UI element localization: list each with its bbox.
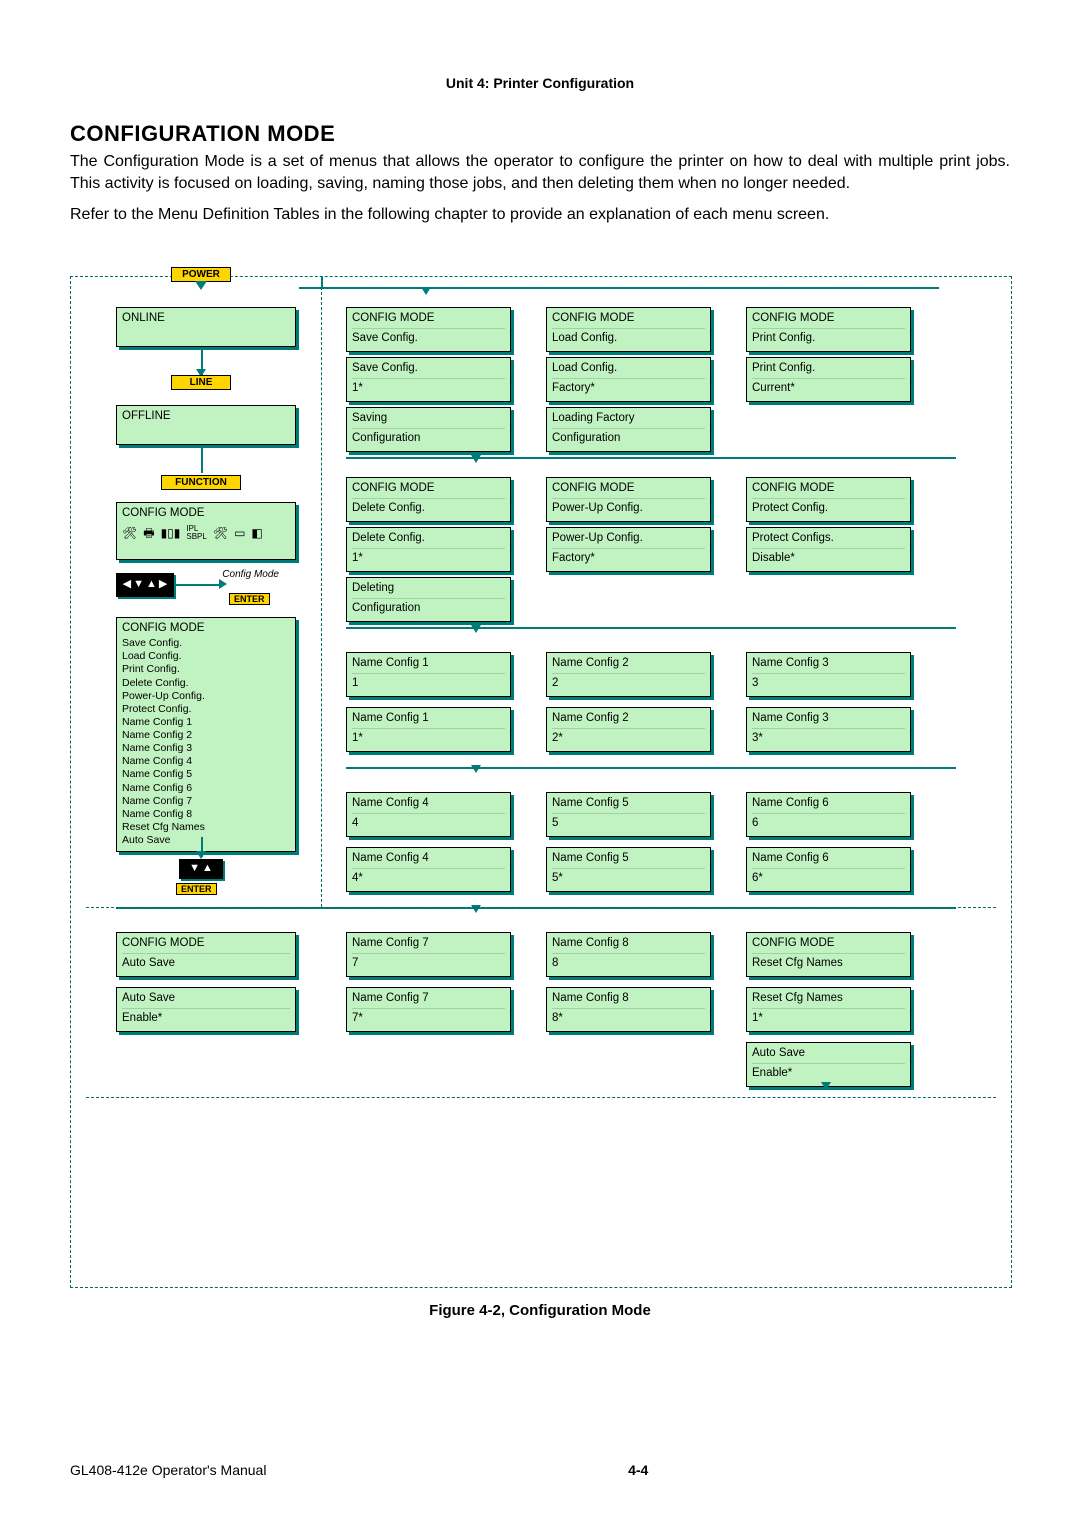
r1bc: Print Config.Current* bbox=[746, 357, 911, 402]
r4b: Name Config 55 bbox=[546, 792, 711, 837]
line-key: LINE bbox=[171, 375, 231, 390]
r2ca: DeletingConfiguration bbox=[346, 577, 511, 622]
r5bc: Reset Cfg Names1* bbox=[746, 987, 911, 1032]
r5a: Name Config 77 bbox=[346, 932, 511, 977]
nav-down-icon: ▼ bbox=[133, 579, 144, 590]
r4bb: Name Config 55* bbox=[546, 847, 711, 892]
menu-list-title: CONFIG MODE bbox=[122, 621, 290, 635]
r4bc: Name Config 66* bbox=[746, 847, 911, 892]
r5ba: Name Config 77* bbox=[346, 987, 511, 1032]
r3a: Name Config 11 bbox=[346, 652, 511, 697]
r3ba: Name Config 11* bbox=[346, 707, 511, 752]
section-title: CONFIGURATION MODE bbox=[70, 121, 1010, 147]
r1ba: Save Config.1* bbox=[346, 357, 511, 402]
nav-up-icon: ▲ bbox=[202, 863, 213, 874]
paragraph-1: The Configuration Mode is a set of menus… bbox=[70, 151, 1010, 194]
enter-key-1: ENTER bbox=[229, 593, 270, 605]
gear-icon: 🛠 bbox=[213, 525, 228, 541]
r1a: CONFIG MODESave Config. bbox=[346, 307, 511, 352]
r5cc: Auto SaveEnable* bbox=[746, 1042, 911, 1087]
r5b: Name Config 88 bbox=[546, 932, 711, 977]
r4ba: Name Config 44* bbox=[346, 847, 511, 892]
offline-text: OFFLINE bbox=[122, 409, 290, 425]
r2bc: Protect Configs.Disable* bbox=[746, 527, 911, 572]
text-icon: IPLSBPL bbox=[186, 525, 206, 541]
r3c: Name Config 33 bbox=[746, 652, 911, 697]
manual-title: GL408-412e Operator's Manual bbox=[70, 1462, 266, 1478]
r2ba: Delete Config.1* bbox=[346, 527, 511, 572]
r1bb: Load Config.Factory* bbox=[546, 357, 711, 402]
r4a: Name Config 44 bbox=[346, 792, 511, 837]
r3bc: Name Config 33* bbox=[746, 707, 911, 752]
online-box: ONLINE bbox=[116, 307, 296, 347]
config-mode-selector-title: CONFIG MODE bbox=[122, 506, 290, 522]
config-mode-diagram: POWER ONLINE LINE OFFLINE FUNCTION CONFI… bbox=[70, 276, 1012, 1288]
nav-right-icon: ▶ bbox=[159, 579, 167, 590]
r2b: CONFIG MODEPower-Up Config. bbox=[546, 477, 711, 522]
doc-icon: ▭ bbox=[234, 525, 245, 541]
config-mode-menu-list: CONFIG MODE Save Config. Load Config. Pr… bbox=[116, 617, 296, 852]
figure-caption: Figure 4-2, Configuration Mode bbox=[70, 1302, 1010, 1319]
nav-pad: ◀ ▼ ▲ ▶ bbox=[116, 573, 174, 597]
r1c: CONFIG MODEPrint Config. bbox=[746, 307, 911, 352]
r1cb: Loading FactoryConfiguration bbox=[546, 407, 711, 452]
unit-header: Unit 4: Printer Configuration bbox=[70, 75, 1010, 91]
nav-up-icon: ▲ bbox=[146, 579, 157, 590]
online-text: ONLINE bbox=[122, 311, 290, 327]
nav-left-icon: ◀ bbox=[123, 579, 131, 590]
r2bb: Power-Up Config.Factory* bbox=[546, 527, 711, 572]
enter-key-2: ENTER bbox=[176, 883, 217, 895]
nav-pad-2: ▼ ▲ bbox=[179, 859, 223, 879]
paragraph-2: Refer to the Menu Definition Tables in t… bbox=[70, 204, 1010, 226]
barcode-icon: ▮▯▮ bbox=[161, 525, 181, 541]
wrench-icon: 🛠 bbox=[122, 525, 137, 541]
r2c: CONFIG MODEProtect Config. bbox=[746, 477, 911, 522]
function-key: FUNCTION bbox=[161, 475, 241, 490]
r5a0: CONFIG MODEAuto Save bbox=[116, 932, 296, 977]
r3bb: Name Config 22* bbox=[546, 707, 711, 752]
offline-box: OFFLINE bbox=[116, 405, 296, 445]
r5c: CONFIG MODEReset Cfg Names bbox=[746, 932, 911, 977]
r3b: Name Config 22 bbox=[546, 652, 711, 697]
power-key: POWER bbox=[171, 267, 231, 282]
r5bb: Name Config 88* bbox=[546, 987, 711, 1032]
r1ca: SavingConfiguration bbox=[346, 407, 511, 452]
chip-icon: ◧ bbox=[251, 525, 262, 541]
r5ba0: Auto SaveEnable* bbox=[116, 987, 296, 1032]
config-mode-selector: CONFIG MODE 🛠 🖶 ▮▯▮ IPLSBPL 🛠 ▭ ◧ bbox=[116, 502, 296, 560]
page-footer: GL408-412e Operator's Manual 4-4 bbox=[70, 1462, 1010, 1478]
r4c: Name Config 66 bbox=[746, 792, 911, 837]
r1b: CONFIG MODELoad Config. bbox=[546, 307, 711, 352]
printer-icon: 🖶 bbox=[143, 525, 154, 541]
r2a: CONFIG MODEDelete Config. bbox=[346, 477, 511, 522]
nav-down-icon: ▼ bbox=[189, 863, 200, 874]
config-mode-hint: Config Mode bbox=[219, 569, 279, 580]
